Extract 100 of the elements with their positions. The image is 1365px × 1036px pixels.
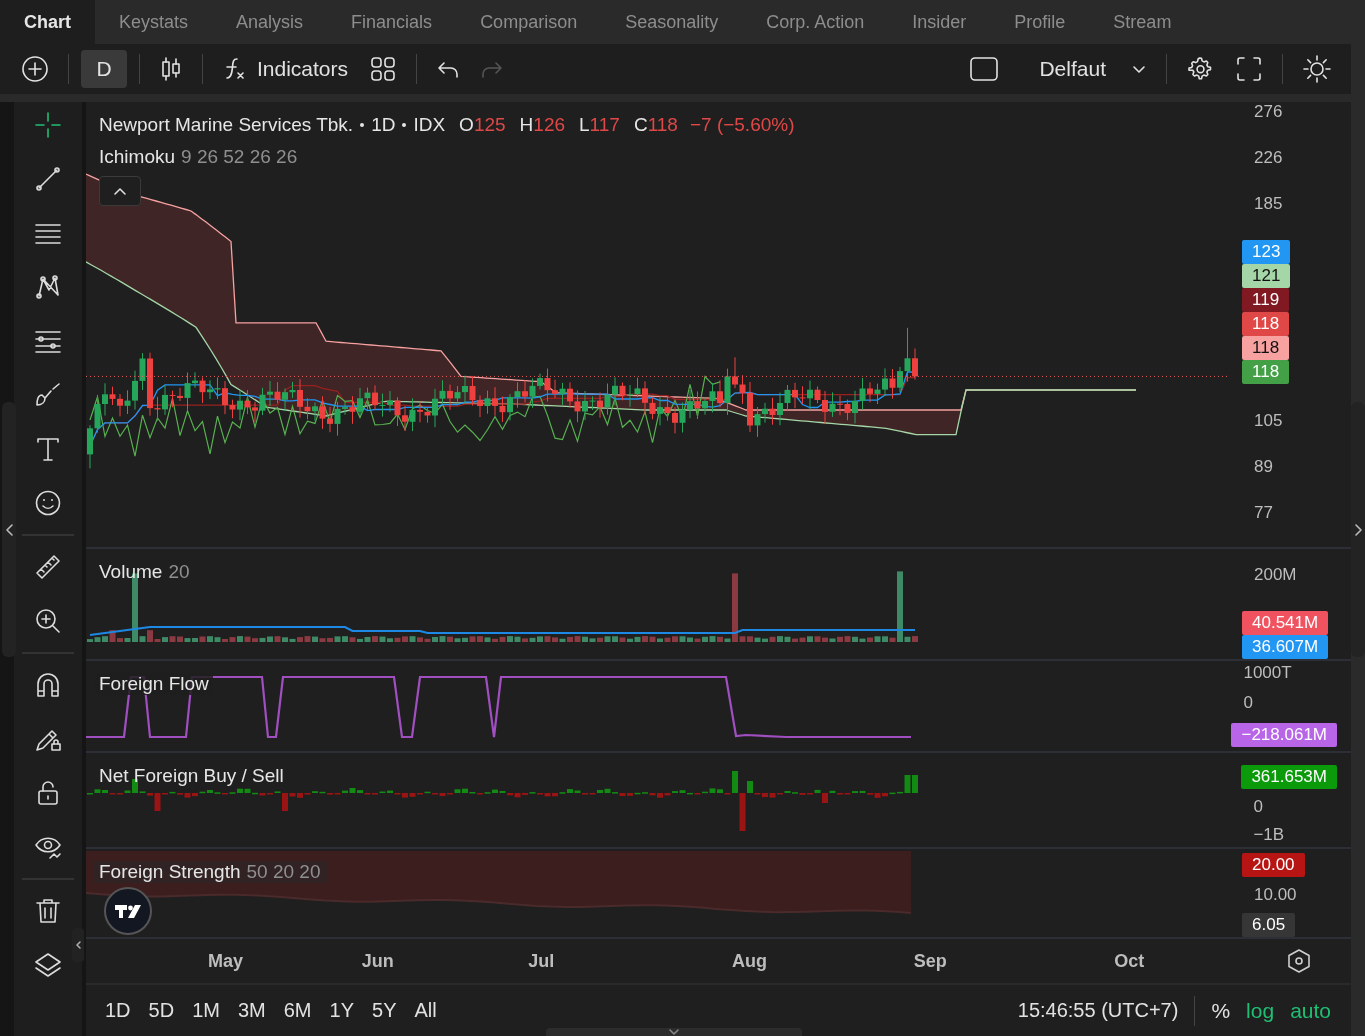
crosshair-icon[interactable]: [35, 112, 61, 138]
pattern-icon[interactable]: [35, 274, 61, 300]
tab[interactable]: Keystats: [95, 0, 213, 44]
trend-line-icon[interactable]: [35, 166, 61, 192]
tab[interactable]: Corp. Action: [742, 0, 889, 44]
range-button[interactable]: 3M: [230, 995, 273, 1026]
magnet-icon[interactable]: [35, 672, 61, 698]
settings-icon: [1187, 55, 1214, 83]
ruler-icon[interactable]: [35, 554, 61, 580]
indicator-params: 20: [168, 561, 190, 583]
clock-label: 15:46:55 (UTC+7): [1017, 999, 1179, 1022]
redo-icon: [481, 59, 504, 79]
ohlc-key: H: [519, 114, 534, 136]
scale-toggle[interactable]: log: [1240, 994, 1281, 1027]
eye-icon[interactable]: [35, 834, 61, 860]
lock-icon[interactable]: [35, 780, 61, 806]
price-badge: 36.607M: [1242, 635, 1329, 659]
ohlc-value: 118: [647, 114, 678, 136]
separator-dot: [402, 123, 407, 127]
range-button[interactable]: 6M: [276, 995, 319, 1026]
chevron-down-icon: [668, 1028, 680, 1035]
chevron-right-icon: [1353, 522, 1363, 537]
indicator-title: Foreign Strength: [99, 861, 241, 883]
logo-mark-icon: [114, 903, 142, 919]
time-label: Jun: [361, 951, 394, 972]
axis-label: 185: [1253, 194, 1284, 215]
chevron-down-icon: [1132, 64, 1146, 74]
smiley-icon[interactable]: [35, 490, 61, 516]
tab[interactable]: Stream: [1089, 0, 1196, 44]
symbol-title: Newport Marine Services Tbk.: [99, 114, 354, 136]
indicators-button[interactable]: Indicators: [215, 50, 357, 88]
zoom-in-icon[interactable]: [35, 608, 61, 634]
price-badge: 118: [1242, 336, 1290, 361]
chevron-up-icon: [113, 186, 127, 196]
ohlc-value: 126: [533, 114, 566, 136]
tab[interactable]: Profile: [990, 0, 1090, 44]
fib-lines-icon[interactable]: [35, 328, 61, 354]
undo-icon: [437, 59, 460, 79]
settings-hexagon-icon[interactable]: [1287, 949, 1311, 973]
time-label: Jul: [528, 951, 555, 972]
interval-button[interactable]: D: [81, 50, 127, 88]
text-tool-icon[interactable]: [35, 436, 61, 462]
ohlc-key: L: [579, 114, 590, 136]
indicator-title: Ichimoku: [99, 146, 176, 168]
tab[interactable]: Analysis: [212, 0, 328, 44]
price-badge: 20.00: [1242, 853, 1305, 877]
tab[interactable]: Insider: [888, 0, 991, 44]
indicator-params: 50 20 20: [246, 861, 321, 883]
ohlc-value: 117: [589, 114, 620, 136]
template-dropdown[interactable]: Delfaut: [1013, 51, 1154, 87]
chevron-left-icon: [74, 940, 82, 950]
layers-icon[interactable]: [35, 952, 61, 978]
scale-toggle[interactable]: auto: [1284, 994, 1337, 1027]
chevron-left-icon: [4, 522, 14, 537]
grid-icon: [370, 56, 397, 82]
brush-icon[interactable]: [35, 382, 61, 408]
axis-label: 200M: [1253, 565, 1298, 585]
indicator-title: Net Foreign Buy / Sell: [99, 765, 284, 787]
time-label: Sep: [913, 951, 947, 972]
change-value: −7 (−5.60%): [689, 114, 795, 136]
axis-label: 0: [1242, 693, 1254, 713]
indicator-title: Foreign Flow: [99, 673, 209, 695]
range-button[interactable]: 1D: [98, 995, 138, 1026]
time-label: Aug: [732, 951, 767, 972]
tab[interactable]: Comparison: [456, 0, 602, 44]
scale-toggle[interactable]: %: [1205, 994, 1237, 1027]
separator-dot: [360, 123, 365, 127]
range-button[interactable]: 5Y: [365, 995, 404, 1026]
price-badge: 118: [1242, 360, 1290, 385]
fullscreen-icon: [1236, 56, 1262, 82]
price-badge: −218.061M: [1231, 723, 1337, 747]
axis-label: 105: [1253, 410, 1284, 431]
sun-icon: [1303, 55, 1331, 83]
range-button[interactable]: All: [407, 995, 444, 1026]
indicator-title: Volume: [99, 561, 163, 583]
collapse-button[interactable]: [99, 176, 141, 206]
price-badge: 119: [1242, 288, 1290, 313]
price-badge: 121: [1242, 264, 1291, 289]
axis-label: 226: [1253, 148, 1284, 169]
price-badge: 123: [1242, 240, 1291, 265]
ohlc-value: 125: [473, 114, 506, 136]
tab[interactable]: Financials: [327, 0, 457, 44]
axis-label: 89: [1253, 456, 1274, 477]
range-button[interactable]: 1M: [185, 995, 227, 1026]
trash-icon[interactable]: [35, 898, 61, 924]
ohlc-key: C: [633, 114, 648, 136]
price-badge: 361.653M: [1241, 765, 1337, 789]
exchange-label: IDX: [413, 114, 446, 136]
collapse-sidebar-button[interactable]: [72, 928, 84, 962]
range-button[interactable]: 1Y: [322, 995, 361, 1026]
square-icon: [969, 56, 1000, 82]
price-badge: 6.05: [1242, 913, 1296, 937]
indicator-params: 9 26 52 26 26: [181, 146, 298, 168]
range-button[interactable]: 5D: [141, 995, 182, 1026]
tab[interactable]: Seasonality: [601, 0, 743, 44]
price-badge: 40.541M: [1242, 611, 1329, 635]
tab[interactable]: Chart: [0, 0, 95, 44]
price-badge: 118: [1242, 312, 1290, 337]
time-label: Oct: [1114, 951, 1145, 972]
panel-handle[interactable]: [546, 1028, 802, 1036]
